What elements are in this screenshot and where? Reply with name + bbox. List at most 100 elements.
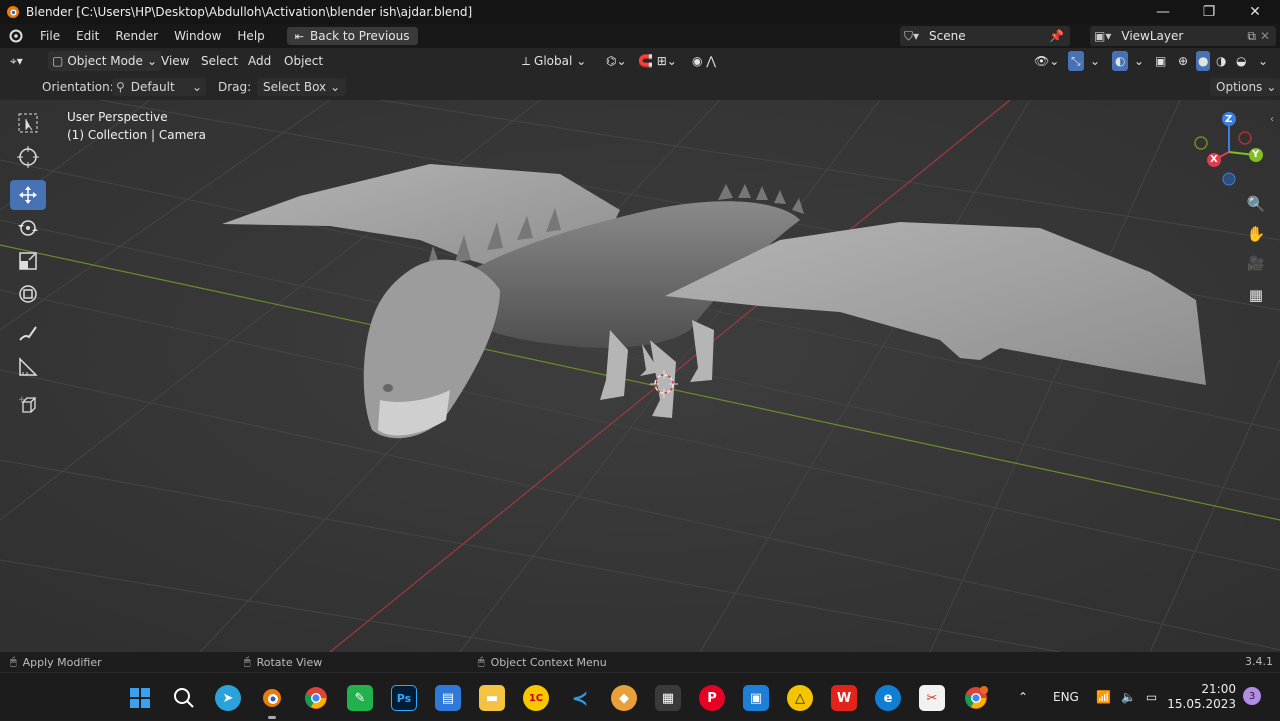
pan-hand-icon[interactable]: ✋	[1242, 220, 1270, 248]
gizmo-z-label[interactable]: Z	[1225, 114, 1232, 125]
blue-app-icon[interactable]: ▣	[743, 685, 769, 711]
wireframe-shading-icon[interactable]: ⊕	[1178, 51, 1188, 71]
battery-icon[interactable]: ▭	[1146, 690, 1157, 704]
wifi-icon[interactable]: 📶	[1096, 690, 1111, 704]
blender-app-icon[interactable]	[259, 685, 285, 711]
back-arrow-icon: ⇤	[294, 29, 304, 43]
xray-toggle-icon[interactable]: ▣	[1155, 51, 1166, 71]
orientation-dropdown[interactable]: ⚲ Default ⌄	[112, 78, 206, 96]
paint-icon[interactable]: ✂	[919, 685, 945, 711]
clock-date: 15.05.2023	[1167, 697, 1236, 711]
gizmo-y-label[interactable]: Y	[1252, 149, 1259, 160]
scene-selector[interactable]: ⛉▾ Scene 📌	[900, 26, 1070, 46]
rendered-shading-icon[interactable]: ◒	[1236, 51, 1246, 71]
clock-time: 21:00	[1201, 682, 1236, 696]
overlays-toggle-icon[interactable]: ◐	[1112, 51, 1129, 71]
close-icon[interactable]: ✕	[1260, 29, 1270, 43]
scale-tool-icon[interactable]	[10, 246, 46, 276]
blender-logo-icon	[7, 6, 19, 18]
pinterest-icon[interactable]: P	[699, 685, 725, 711]
shading-dropdown-icon[interactable]: ⌄	[1258, 51, 1268, 71]
close-window-button[interactable]: ✕	[1232, 0, 1278, 24]
pin-icon[interactable]: 📌	[1049, 29, 1064, 43]
maximize-button[interactable]: ❐	[1186, 0, 1232, 24]
menu-window[interactable]: Window	[166, 29, 229, 43]
pivot-point-icon[interactable]: ⌬⌄	[606, 51, 627, 71]
sidebar-toggle-icon[interactable]: ‹	[1270, 114, 1274, 125]
search-icon[interactable]	[171, 685, 197, 711]
rotate-tool-icon[interactable]	[10, 213, 46, 243]
options-dropdown[interactable]: Options ⌄	[1210, 78, 1280, 96]
status-bar: 🖱 Apply Modifier 🖱 Rotate View 🖱 Object Con…	[0, 652, 1280, 672]
blender-menu-icon[interactable]	[0, 29, 32, 43]
status-left-hint: 🖱 Apply Modifier	[10, 655, 102, 669]
viewport-scene	[0, 100, 1280, 652]
chevron-down-icon: ⌄	[146, 54, 157, 68]
paint-app-icon[interactable]: ◆	[611, 685, 637, 711]
display-app-icon[interactable]: ▤	[435, 685, 461, 711]
camera-view-icon[interactable]: 🎥	[1242, 250, 1270, 278]
move-tool-icon[interactable]	[10, 180, 46, 210]
vscode-icon[interactable]: ≺	[567, 685, 593, 711]
cursor-tool-icon[interactable]	[10, 142, 46, 172]
perspective-toggle-icon[interactable]: ▦	[1242, 281, 1270, 309]
gizmo-x-label[interactable]: X	[1210, 154, 1218, 165]
minimize-button[interactable]: —	[1140, 0, 1186, 24]
annotate-tool-icon[interactable]	[10, 318, 46, 348]
proportional-editing-icon[interactable]: ◉ ⋀	[692, 51, 716, 71]
select-box-tool-icon[interactable]	[10, 108, 46, 138]
notification-badge[interactable]: 3	[1243, 687, 1261, 705]
telegram-icon[interactable]: ➤	[215, 685, 241, 711]
windows-taskbar: ➤ ✎ Ps ▤ ▬ 1C ≺ ◆ ▦ P ▣ △ W e ✂ ⌃ ENG 📶 …	[0, 672, 1280, 720]
back-to-previous-button[interactable]: ⇤ Back to Previous	[286, 27, 418, 45]
title-bar: Blender [C:\Users\HP\Desktop\Abdulloh\Ac…	[0, 0, 1280, 24]
solid-shading-icon[interactable]: ●	[1196, 51, 1211, 71]
mouse-left-icon: 🖱	[10, 655, 17, 668]
orientation-axes-icon: ⟂	[522, 53, 531, 68]
transform-tool-icon[interactable]	[10, 279, 46, 309]
start-button-icon[interactable]	[127, 685, 153, 711]
window-title-text: Blender [C:\Users\HP\Desktop\Abdulloh\Ac…	[26, 5, 473, 19]
file-explorer-icon[interactable]: ▬	[479, 685, 505, 711]
menu-file[interactable]: File	[32, 29, 68, 43]
viewlayer-selector[interactable]: ▣▾ ViewLayer ⧉ ✕	[1090, 26, 1276, 46]
copy-icon[interactable]: ⧉	[1247, 29, 1256, 44]
calculator-icon[interactable]: ▦	[655, 685, 681, 711]
header-menu-select[interactable]: Select	[201, 51, 238, 71]
mode-selector[interactable]: ▢ Object Mode ⌄	[48, 51, 161, 71]
photoshop-icon[interactable]: Ps	[391, 685, 417, 711]
tray-chevron-icon[interactable]: ⌃	[1018, 673, 1028, 721]
header-menu-view[interactable]: View	[161, 51, 189, 71]
svg-text:+: +	[18, 395, 26, 405]
menu-help[interactable]: Help	[229, 29, 272, 43]
dragon-nostril	[383, 384, 393, 392]
measure-tool-icon[interactable]	[10, 352, 46, 382]
snap-icon[interactable]: 🧲 ⊞⌄	[638, 51, 677, 71]
gizmo-dropdown-icon[interactable]: ⌄	[1090, 51, 1100, 71]
material-shading-icon[interactable]: ◑	[1216, 51, 1226, 71]
chrome-icon[interactable]	[303, 685, 329, 711]
zoom-icon[interactable]: 🔍	[1242, 190, 1270, 218]
language-indicator[interactable]: ENG	[1053, 673, 1079, 721]
3d-viewport[interactable]	[0, 100, 1280, 652]
header-menu-object[interactable]: Object	[284, 51, 323, 71]
visibility-icon[interactable]: 👁⌄	[1034, 51, 1059, 71]
menu-edit[interactable]: Edit	[68, 29, 107, 43]
menu-render[interactable]: Render	[107, 29, 166, 43]
gizmo-toggle-icon[interactable]: ⤡	[1068, 51, 1084, 71]
green-app-icon[interactable]: ✎	[347, 685, 373, 711]
1c-app-icon[interactable]: 1C	[523, 685, 549, 711]
editor-type-icon[interactable]: ⌖▾	[10, 51, 23, 71]
add-cube-tool-icon[interactable]: +	[10, 390, 46, 420]
overlays-dropdown-icon[interactable]: ⌄	[1134, 51, 1144, 71]
transform-orientation-selector[interactable]: ⟂ Global ⌄	[522, 51, 586, 71]
system-tray[interactable]: 📶 🔈 ▭	[1096, 673, 1157, 721]
header-menu-add[interactable]: Add	[248, 51, 271, 71]
volume-icon[interactable]: 🔈	[1121, 690, 1136, 704]
clock[interactable]: 21:00 15.05.2023	[1167, 673, 1236, 721]
drag-dropdown[interactable]: Select Box ⌄	[257, 78, 347, 96]
edge-icon[interactable]: e	[875, 685, 901, 711]
archicad-icon[interactable]: △	[787, 685, 813, 711]
chrome-profile-icon[interactable]	[963, 685, 989, 711]
wps-office-icon[interactable]: W	[831, 685, 857, 711]
